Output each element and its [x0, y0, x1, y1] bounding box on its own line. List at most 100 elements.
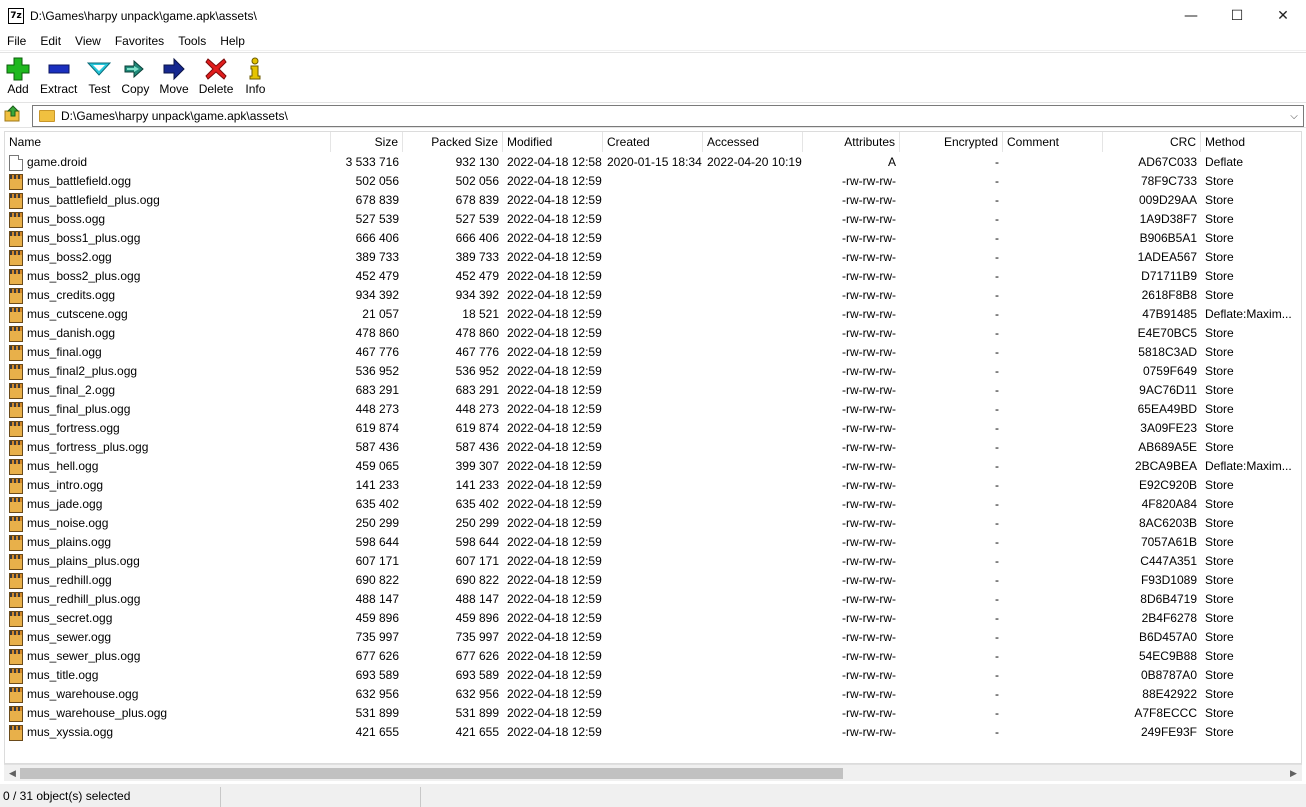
file-comment	[1003, 533, 1103, 552]
file-encrypted: -	[995, 269, 999, 283]
file-size: 735 997	[355, 630, 399, 644]
table-row[interactable]: mus_hell.ogg 459 065 399 307 2022-04-18 12:…	[5, 457, 1301, 476]
column-header-size[interactable]: Size	[331, 132, 403, 152]
file-method: Store	[1205, 250, 1234, 264]
menu-view[interactable]: View	[68, 31, 108, 51]
menu-file[interactable]: File	[0, 31, 33, 51]
file-attributes: -rw-rw-rw-	[842, 383, 896, 397]
copy-button[interactable]: Copy	[117, 53, 153, 96]
table-row[interactable]: mus_boss2_plus.ogg 452 479 452 479 2022-04-…	[5, 267, 1301, 286]
table-row[interactable]: mus_battlefield.ogg 502 056 502 056 2022-04…	[5, 172, 1301, 191]
table-row[interactable]: mus_fortress_plus.ogg 587 436 587 436 2022-…	[5, 438, 1301, 457]
file-size: 632 956	[355, 687, 399, 701]
table-row[interactable]: mus_sewer.ogg 735 997 735 997 2022-04-18 12…	[5, 628, 1301, 647]
delete-button[interactable]: Delete	[195, 53, 238, 96]
table-row[interactable]: mus_xyssia.ogg 421 655 421 655 2022-04-18 1…	[5, 723, 1301, 742]
file-attributes: -rw-rw-rw-	[842, 706, 896, 720]
column-header-packed-size[interactable]: Packed Size	[403, 132, 503, 152]
column-header-crc[interactable]: CRC	[1103, 132, 1201, 152]
extract-button[interactable]: Extract	[36, 53, 81, 96]
column-header-name[interactable]: Name	[5, 132, 331, 152]
file-created	[603, 514, 703, 533]
table-row[interactable]: mus_warehouse.ogg 632 956 632 956 2022-04-1…	[5, 685, 1301, 704]
file-comment	[1003, 476, 1103, 495]
table-row[interactable]: mus_boss.ogg 527 539 527 539 2022-04-18 12:…	[5, 210, 1301, 229]
file-list[interactable]: Name Size Packed Size Modified Created A…	[4, 131, 1302, 764]
move-button[interactable]: Move	[155, 53, 192, 96]
column-header-encrypted[interactable]: Encrypted	[900, 132, 1003, 152]
table-row[interactable]: game.droid 3 533 716 932 130 2022-04-18 12:…	[5, 153, 1301, 172]
table-row[interactable]: mus_final.ogg 467 776 467 776 2022-04-18 12…	[5, 343, 1301, 362]
test-button[interactable]: Test	[83, 53, 115, 96]
table-row[interactable]: mus_noise.ogg 250 299 250 299 2022-04-18 12…	[5, 514, 1301, 533]
extract-icon	[47, 57, 71, 81]
file-created	[603, 229, 703, 248]
file-name-cell: mus_intro.ogg	[5, 476, 331, 495]
table-row[interactable]: mus_sewer_plus.ogg 677 626 677 626 2022-04-…	[5, 647, 1301, 666]
scroll-right-arrow-icon[interactable]: ▶	[1285, 765, 1302, 782]
table-row[interactable]: mus_final_plus.ogg 448 273 448 273 2022-04-…	[5, 400, 1301, 419]
table-row[interactable]: mus_final_2.ogg 683 291 683 291 2022-04-18 …	[5, 381, 1301, 400]
table-row[interactable]: mus_fortress.ogg 619 874 619 874 2022-04-18…	[5, 419, 1301, 438]
file-name-cell: mus_danish.ogg	[5, 324, 331, 343]
document-icon	[9, 154, 23, 171]
table-row[interactable]: mus_battlefield_plus.ogg 678 839 678 839 20…	[5, 191, 1301, 210]
file-attributes: -rw-rw-rw-	[842, 611, 896, 625]
menu-tools[interactable]: Tools	[171, 31, 213, 51]
file-modified: 2022-04-18 12:59	[507, 687, 602, 701]
table-row[interactable]: mus_redhill_plus.ogg 488 147 488 147 2022-0…	[5, 590, 1301, 609]
file-created	[603, 324, 703, 343]
table-row[interactable]: mus_redhill.ogg 690 822 690 822 2022-04-18 …	[5, 571, 1301, 590]
file-modified: 2022-04-18 12:59	[507, 611, 602, 625]
column-header-accessed[interactable]: Accessed	[703, 132, 803, 152]
table-row[interactable]: mus_warehouse_plus.ogg 531 899 531 899 2022…	[5, 704, 1301, 723]
scroll-left-arrow-icon[interactable]: ◀	[4, 765, 21, 782]
table-row[interactable]: mus_boss1_plus.ogg 666 406 666 406 2022-04-…	[5, 229, 1301, 248]
column-header-modified[interactable]: Modified	[503, 132, 603, 152]
file-encrypted: -	[995, 383, 999, 397]
file-accessed	[703, 704, 803, 723]
file-created	[603, 552, 703, 571]
file-packed-size: 488 147	[455, 592, 499, 606]
horizontal-scrollbar[interactable]: ◀ ▶	[4, 764, 1302, 781]
table-row[interactable]: mus_intro.ogg 141 233 141 233 2022-04-18 12…	[5, 476, 1301, 495]
file-encrypted: -	[995, 573, 999, 587]
up-folder-button[interactable]	[0, 103, 26, 127]
table-row[interactable]: mus_plains_plus.ogg 607 171 607 171 2022-04…	[5, 552, 1301, 571]
column-header-comment[interactable]: Comment	[1003, 132, 1103, 152]
menu-edit[interactable]: Edit	[33, 31, 68, 51]
table-row[interactable]: mus_secret.ogg 459 896 459 896 2022-04-18 1…	[5, 609, 1301, 628]
minimize-button[interactable]: —	[1168, 0, 1214, 31]
file-method: Store	[1205, 592, 1234, 606]
table-row[interactable]: mus_danish.ogg 478 860 478 860 2022-04-18 1…	[5, 324, 1301, 343]
file-size: 690 822	[355, 573, 399, 587]
maximize-button[interactable]: ☐	[1214, 0, 1260, 31]
table-row[interactable]: mus_cutscene.ogg 21 057 18 521 2022-04-18 1…	[5, 305, 1301, 324]
chevron-down-icon[interactable]: ⌵	[1287, 108, 1301, 124]
column-header-created[interactable]: Created	[603, 132, 703, 152]
add-button[interactable]: Add	[2, 53, 34, 96]
table-row[interactable]: mus_final2_plus.ogg 536 952 536 952 2022-04…	[5, 362, 1301, 381]
menu-favorites[interactable]: Favorites	[108, 31, 171, 51]
table-row[interactable]: mus_boss2.ogg 389 733 389 733 2022-04-18 12…	[5, 248, 1301, 267]
file-name: mus_boss2.ogg	[27, 250, 112, 264]
column-header-row: Name Size Packed Size Modified Created A…	[5, 132, 1301, 152]
file-packed-size: 448 273	[455, 402, 499, 416]
table-row[interactable]: mus_credits.ogg 934 392 934 392 2022-04-18 …	[5, 286, 1301, 305]
menu-help[interactable]: Help	[213, 31, 252, 51]
file-name: mus_sewer_plus.ogg	[27, 649, 141, 663]
title-bar: 7z D:\Games\harpy unpack\game.apk\assets…	[0, 0, 1306, 31]
table-row[interactable]: mus_title.ogg 693 589 693 589 2022-04-18 12…	[5, 666, 1301, 685]
info-button[interactable]: Info	[239, 53, 271, 96]
close-button[interactable]: ✕	[1260, 0, 1306, 31]
path-input[interactable]: D:\Games\harpy unpack\game.apk\assets\ ⌵	[32, 105, 1304, 127]
scrollbar-thumb[interactable]	[20, 768, 843, 779]
column-header-attributes[interactable]: Attributes	[803, 132, 900, 152]
column-header-method[interactable]: Method	[1201, 132, 1301, 152]
file-encrypted: -	[995, 516, 999, 530]
file-name-cell: mus_credits.ogg	[5, 286, 331, 305]
file-packed-size: 536 952	[455, 364, 499, 378]
file-comment	[1003, 267, 1103, 286]
table-row[interactable]: mus_jade.ogg 635 402 635 402 2022-04-18 12:…	[5, 495, 1301, 514]
table-row[interactable]: mus_plains.ogg 598 644 598 644 2022-04-18 1…	[5, 533, 1301, 552]
